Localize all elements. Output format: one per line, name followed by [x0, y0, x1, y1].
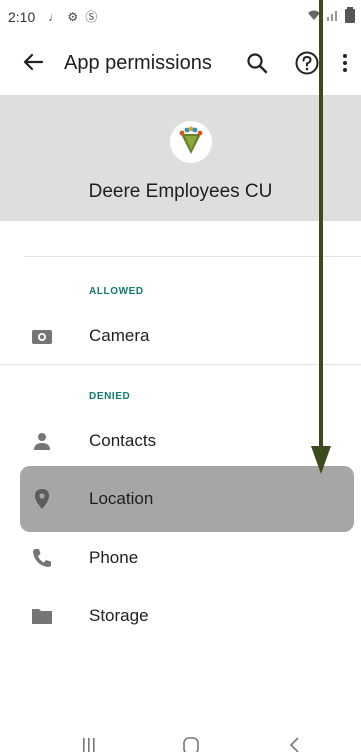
home-icon[interactable] [176, 734, 206, 752]
section-label-allowed: ALLOWED [89, 286, 144, 297]
page-title: App permissions [64, 52, 212, 74]
back-nav-icon[interactable] [280, 734, 310, 752]
divider [24, 256, 361, 257]
battery-icon [345, 7, 355, 23]
location-pin-icon [35, 489, 49, 509]
permission-item-contacts[interactable]: Contacts [0, 414, 361, 468]
notification-icons: ♩ ⚙ Ⓢ [48, 10, 100, 24]
section-label-denied: DENIED [89, 391, 131, 402]
help-icon[interactable] [292, 48, 322, 78]
wifi-icon [308, 10, 320, 20]
permission-label: Contacts [89, 431, 157, 450]
recent-apps-icon[interactable] [74, 734, 104, 752]
permission-item-camera[interactable]: Camera [0, 309, 361, 363]
search-icon[interactable] [242, 48, 272, 78]
navigation-bar [0, 722, 361, 752]
divider [0, 364, 361, 365]
phone-icon [33, 549, 51, 567]
app-name: Deere Employees CU [88, 181, 273, 202]
signal-icon [327, 11, 337, 21]
permission-label: Phone [89, 548, 139, 567]
permission-item-location[interactable]: Location [20, 466, 354, 532]
permission-label: Camera [89, 326, 150, 345]
permission-item-phone[interactable]: Phone [0, 531, 361, 585]
status-time: 2:10 [8, 9, 36, 25]
permission-label: Storage [89, 606, 149, 625]
status-bar: 2:10 ♩ ⚙ Ⓢ [0, 0, 361, 32]
permission-label: Location [89, 489, 154, 508]
back-arrow-icon[interactable] [18, 47, 48, 77]
camera-icon [32, 330, 52, 344]
more-options-icon[interactable] [335, 48, 355, 78]
system-icons [307, 7, 355, 23]
app-header: Deere Employees CU [0, 95, 361, 221]
folder-icon [32, 609, 52, 624]
permission-item-storage[interactable]: Storage [0, 589, 361, 643]
app-logo-icon [170, 121, 212, 163]
person-icon [34, 433, 50, 450]
app-bar: App permissions [0, 32, 361, 92]
